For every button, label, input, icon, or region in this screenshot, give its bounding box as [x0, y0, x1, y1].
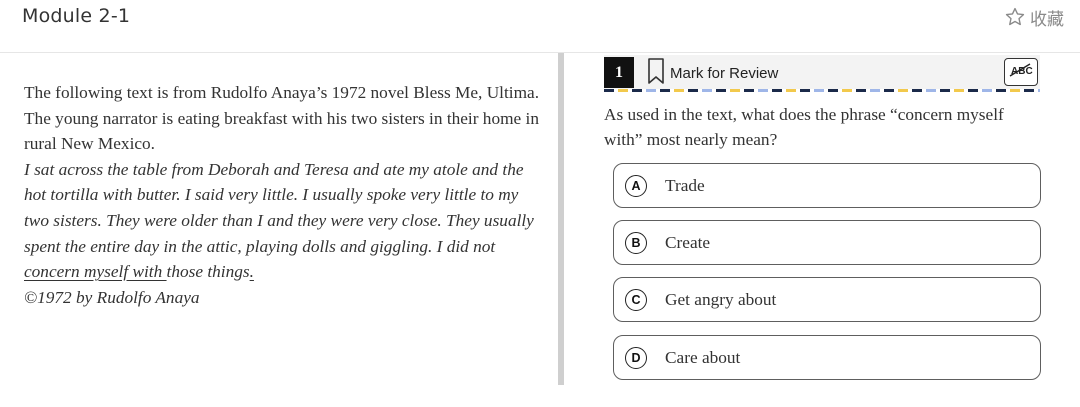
passage: The following text is from Rudolfo Anaya… [24, 80, 544, 310]
module-title: Module 2-1 [22, 5, 131, 27]
passage-intro: The following text is from Rudolfo Anaya… [24, 83, 540, 154]
abc-strikethrough-icon: ABC [1008, 61, 1034, 84]
answer-choice-c[interactable]: C Get angry about [613, 277, 1041, 322]
choice-text-d: Care about [665, 347, 741, 367]
header-dashed-divider [604, 89, 1040, 92]
choice-text-c: Get angry about [665, 289, 777, 309]
choice-letter-b: B [625, 231, 647, 254]
question-number: 1 [604, 57, 634, 88]
choice-text-b: Create [665, 232, 711, 252]
question-header: 1 Mark for Review ABC [604, 55, 1040, 90]
underlined-phrase: concern myself with [24, 262, 167, 282]
mark-for-review-button[interactable]: Mark for Review [646, 57, 779, 90]
bookmark-icon [646, 57, 666, 90]
choice-text-a: Trade [665, 175, 705, 195]
top-bar: Module 2-1 收藏 [0, 0, 1080, 53]
star-outline-icon [1004, 6, 1026, 28]
answer-eliminator-button[interactable]: ABC [1004, 58, 1038, 86]
pane-divider[interactable] [558, 53, 564, 385]
choice-letter-c: C [625, 288, 647, 311]
excerpt-end: . [249, 262, 254, 282]
choice-letter-d: D [625, 346, 647, 369]
favorite-label: 收藏 [1030, 9, 1064, 30]
answer-choice-b[interactable]: B Create [613, 220, 1041, 265]
mark-for-review-label: Mark for Review [670, 64, 779, 82]
answer-choice-a[interactable]: A Trade [613, 163, 1041, 208]
answer-choice-d[interactable]: D Care about [613, 335, 1041, 380]
passage-excerpt: I sat across the table from Deborah and … [24, 157, 544, 285]
favorite-button[interactable]: 收藏 [1004, 4, 1064, 30]
copyright-line: ©1972 by Rudolfo Anaya [24, 287, 200, 307]
choice-letter-a: A [625, 174, 647, 197]
excerpt-text: I sat across the table from Deborah and … [24, 159, 534, 256]
excerpt-text-after: those things [166, 262, 250, 282]
svg-text:ABC: ABC [1011, 66, 1033, 77]
question-prompt: As used in the text, what does the phras… [604, 105, 1004, 149]
